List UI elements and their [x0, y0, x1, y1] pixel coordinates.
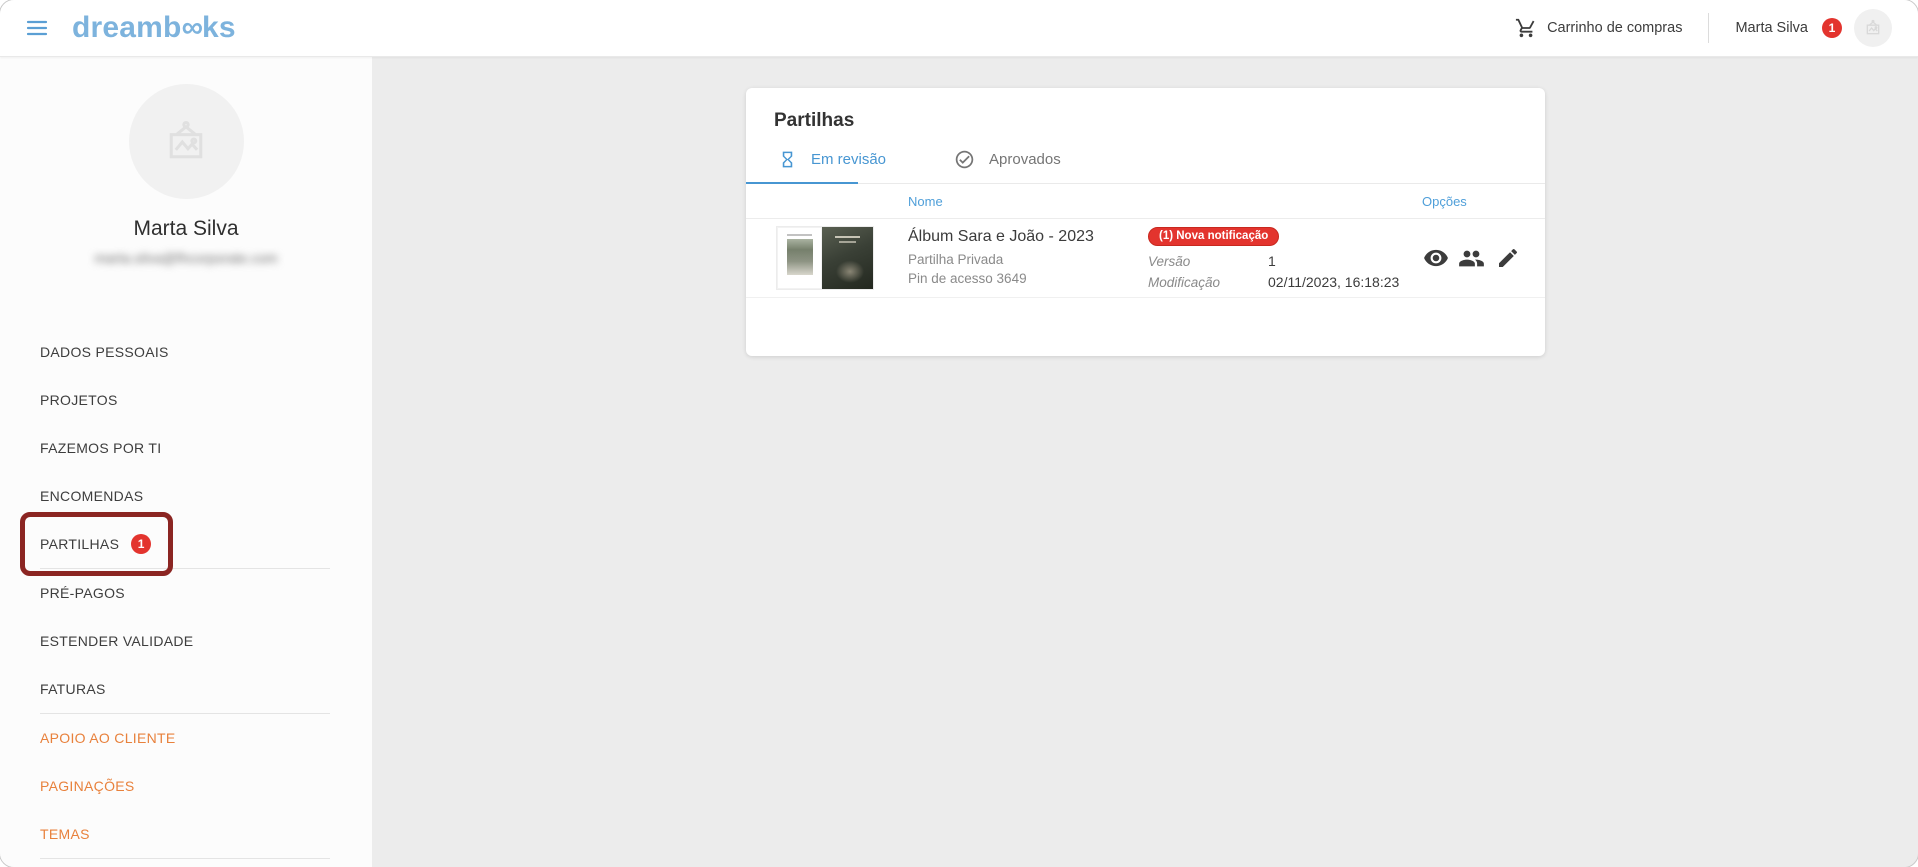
row-thumbnail-cell [746, 227, 908, 289]
user-avatar[interactable] [1854, 9, 1892, 47]
sidebar-item-label: PAGINAÇÕES [40, 778, 135, 794]
sidebar-item-label: APOIO AO CLIENTE [40, 730, 176, 746]
sidebar-item-encomendas[interactable]: ENCOMENDAS [0, 472, 372, 520]
row-meta-cell: (1) Nova notificação Versão 1 Modificaçã… [1148, 224, 1408, 293]
sidebar-item-temas[interactable]: TEMAS [0, 810, 372, 858]
tab-em-revisao[interactable]: Em revisão [778, 150, 886, 169]
tab-aprovados[interactable]: Aprovados [954, 149, 1061, 170]
sidebar-item-pre-pagos[interactable]: PRÉ-PAGOS [0, 569, 372, 617]
pencil-icon[interactable] [1494, 245, 1521, 272]
sidebar-item-label: PRÉ-PAGOS [40, 585, 125, 601]
header-user-name[interactable]: Marta Silva [1735, 20, 1808, 36]
cart-label: Carrinho de compras [1547, 20, 1682, 36]
topbar-right-cluster: Carrinho de compras Marta Silva 1 [1515, 9, 1892, 47]
profile-avatar[interactable] [129, 84, 244, 199]
sidebar-item-paginacoes[interactable]: PAGINAÇÕES [0, 762, 372, 810]
access-pin: Pin de acesso 3649 [908, 269, 1148, 288]
profile-email-redacted: marta.silva@fhcorporate.com [0, 250, 372, 266]
picture-placeholder-icon [160, 116, 212, 168]
tab-label: Aprovados [989, 151, 1061, 168]
logo-text-prefix: dreamb [72, 11, 182, 44]
sidebar-item-label: TEMAS [40, 826, 90, 842]
group-icon[interactable] [1458, 245, 1485, 272]
version-label: Versão [1148, 251, 1268, 272]
menu-icon[interactable] [24, 15, 50, 41]
sidebar-item-estender-validade[interactable]: ESTENDER VALIDADE [0, 617, 372, 665]
cart-button[interactable]: Carrinho de compras [1515, 17, 1682, 39]
album-thumbnail[interactable] [777, 227, 873, 289]
profile-name: Marta Silva [0, 217, 372, 241]
picture-placeholder-icon [1863, 18, 1883, 38]
sidebar-item-label: ESTENDER VALIDADE [40, 633, 193, 649]
sidebar-item-fazemos-por-ti[interactable]: FAZEMOS POR TI [0, 424, 372, 472]
sidebar-item-label: FATURAS [40, 681, 106, 697]
logo-infinity-glyph: ∞ [182, 11, 202, 44]
app-window: dreamb∞ks Carrinho de compras Marta Silv… [0, 0, 1918, 867]
sidebar-item-faturas[interactable]: FATURAS [0, 665, 372, 713]
active-tab-indicator [746, 182, 858, 184]
hourglass-icon [778, 150, 797, 169]
table-row[interactable]: Álbum Sara e João - 2023 Partilha Privad… [746, 219, 1545, 298]
sidebar-item-label: FAZEMOS POR TI [40, 440, 161, 456]
modification-value: 02/11/2023, 16:18:23 [1268, 272, 1399, 293]
logo-text-suffix: ks [202, 11, 236, 44]
partilhas-card: Partilhas Em revisão Aprovados Nome Opçõ… [746, 88, 1545, 356]
sidebar-nav: DADOS PESSOAIS PROJETOS FAZEMOS POR TI E… [0, 328, 372, 859]
sidebar-item-label: DADOS PESSOAIS [40, 344, 169, 360]
top-bar: dreamb∞ks Carrinho de compras Marta Silv… [0, 0, 1918, 57]
eye-icon[interactable] [1422, 245, 1449, 272]
header-divider [1708, 13, 1709, 43]
sidebar-item-apoio-ao-cliente[interactable]: APOIO AO CLIENTE [0, 714, 372, 762]
partilhas-notification-badge: 1 [131, 534, 151, 554]
row-name-cell: Álbum Sara e João - 2023 Partilha Privad… [908, 228, 1148, 288]
album-cover-left-page [777, 227, 822, 289]
sidebar-item-label: ENCOMENDAS [40, 488, 143, 504]
album-cover-right-page [822, 227, 873, 289]
share-type: Partilha Privada [908, 250, 1148, 269]
sidebar-item-dados-pessoais[interactable]: DADOS PESSOAIS [0, 328, 372, 376]
sidebar-item-projetos[interactable]: PROJETOS [0, 376, 372, 424]
sidebar: Marta Silva marta.silva@fhcorporate.com … [0, 57, 372, 867]
shopping-cart-icon [1515, 17, 1537, 39]
album-title: Álbum Sara e João - 2023 [908, 228, 1148, 246]
sidebar-divider [40, 858, 330, 859]
header-notification-badge: 1 [1822, 18, 1842, 38]
tabs-bar: Em revisão Aprovados [746, 136, 1545, 184]
version-line: Versão 1 [1148, 251, 1408, 272]
sidebar-item-label: PARTILHAS [40, 536, 119, 552]
sidebar-item-partilhas[interactable]: PARTILHAS 1 [0, 520, 372, 568]
check-circle-icon [954, 149, 975, 170]
row-actions-cell [1408, 245, 1545, 272]
modification-line: Modificação 02/11/2023, 16:18:23 [1148, 272, 1408, 293]
table-header: Nome Opções [746, 184, 1545, 219]
version-value: 1 [1268, 251, 1276, 272]
column-header-nome: Nome [908, 194, 1408, 209]
modification-label: Modificação [1148, 272, 1268, 293]
column-header-opcoes: Opções [1408, 194, 1545, 209]
tab-label: Em revisão [811, 151, 886, 168]
new-notification-badge: (1) Nova notificação [1148, 227, 1279, 246]
card-title: Partilhas [746, 88, 1545, 132]
sidebar-item-label: PROJETOS [40, 392, 118, 408]
dreambooks-logo[interactable]: dreamb∞ks [72, 11, 236, 45]
